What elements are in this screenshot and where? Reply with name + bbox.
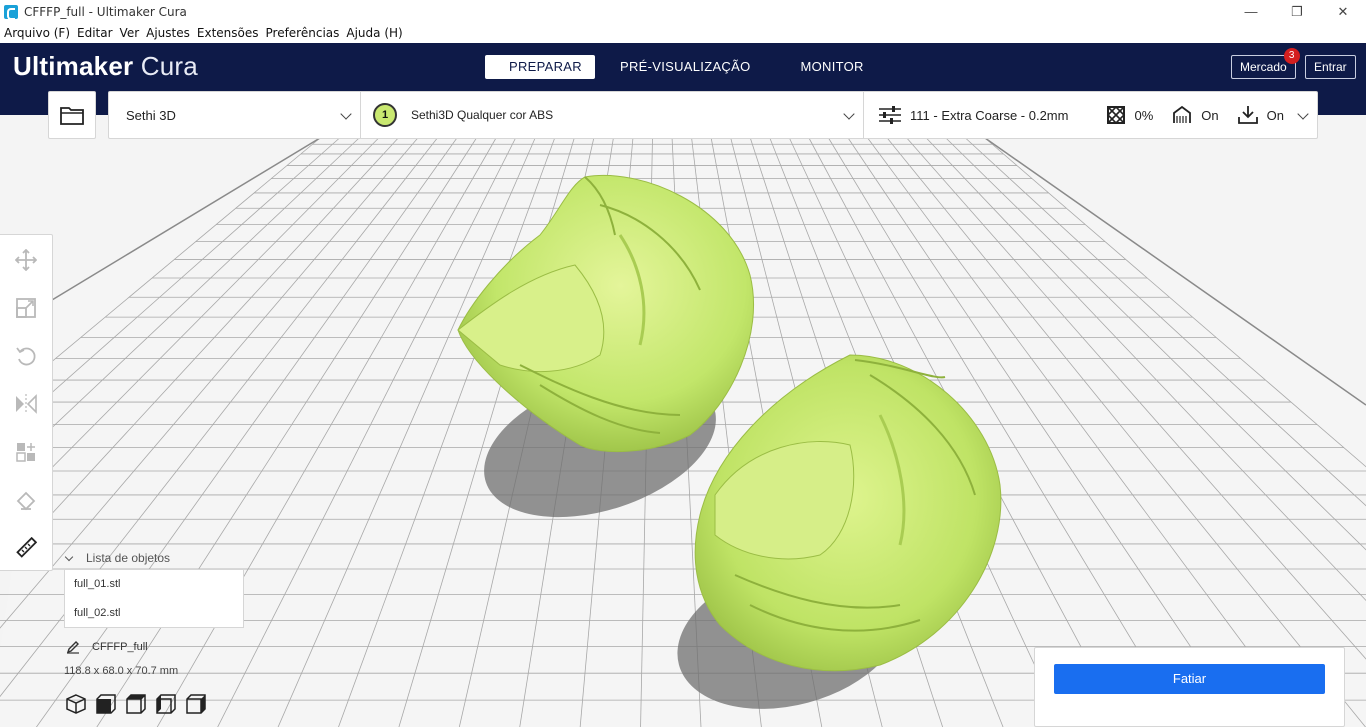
title-bar: CFFFP_full - Ultimaker Cura — ❐ ✕ xyxy=(0,0,1366,23)
menu-help[interactable]: Ajuda (H) xyxy=(342,26,405,40)
cube-front-icon xyxy=(96,694,116,714)
menu-preferences[interactable]: Preferências xyxy=(262,26,343,40)
printer-selector[interactable]: Sethi 3D xyxy=(109,92,361,138)
window-controls: — ❐ ✕ xyxy=(1228,0,1366,23)
build-plate-viewport[interactable] xyxy=(0,115,1366,727)
scale-icon xyxy=(16,298,36,318)
object-list-heading: Lista de objetos xyxy=(86,551,171,565)
pencil-icon xyxy=(66,641,79,654)
infill-value: 0% xyxy=(1134,107,1154,123)
extruder-icon: 1 xyxy=(373,103,397,127)
cube-3d-icon xyxy=(66,694,86,714)
sign-in-button[interactable]: Entrar xyxy=(1305,55,1356,79)
measure-tool-button[interactable] xyxy=(14,536,38,560)
view-3d-button[interactable] xyxy=(66,694,86,714)
view-front-button[interactable] xyxy=(96,694,116,714)
marketplace-button[interactable]: Mercado 3 xyxy=(1231,48,1300,79)
scale-tool-button[interactable] xyxy=(14,296,38,320)
cube-top-icon xyxy=(126,694,146,714)
per-model-settings-button[interactable] xyxy=(14,440,38,464)
view-top-button[interactable] xyxy=(126,694,146,714)
tab-prepare[interactable]: PREPARAR xyxy=(485,55,595,79)
model-dimensions: 118.8 x 68.0 x 70.7 mm xyxy=(64,665,179,677)
adhesion-value: On xyxy=(1266,107,1284,123)
stage-tabs: PREPARAR PRÉ-VISUALIZAÇÃO MONITOR xyxy=(485,55,889,79)
tab-preview[interactable]: PRÉ-VISUALIZAÇÃO xyxy=(595,55,776,79)
slice-panel: Fatiar xyxy=(1034,647,1345,727)
logo-bold: Ultimaker xyxy=(13,51,134,81)
settings-sliders-icon xyxy=(878,105,902,125)
menu-extensions[interactable]: Extensões xyxy=(193,26,262,40)
tool-panel xyxy=(0,234,53,571)
open-file-button[interactable] xyxy=(48,91,96,139)
marketplace-label: Mercado xyxy=(1240,60,1287,74)
cura-window: CFFFP_full - Ultimaker Cura — ❐ ✕ Arquiv… xyxy=(0,0,1366,727)
view-left-button[interactable] xyxy=(156,694,176,714)
printer-name: Sethi 3D xyxy=(126,107,176,123)
object-list-toggle[interactable]: Lista de objetos xyxy=(64,551,171,565)
cube-right-icon xyxy=(186,694,206,714)
cura-app-icon xyxy=(4,4,18,20)
job-name[interactable]: CFFFP_full xyxy=(66,640,148,654)
build-plate-render xyxy=(0,137,1366,727)
menu-file[interactable]: Arquivo (F) xyxy=(0,26,73,40)
material-selector[interactable]: 1 Sethi3D Qualquer cor ABS xyxy=(361,92,864,138)
chevron-down-icon xyxy=(340,108,352,120)
menu-bar: Arquivo (F) Editar Ver Ajustes Extensões… xyxy=(0,23,1366,43)
list-item[interactable]: full_01.stl xyxy=(65,570,243,599)
ruler-icon xyxy=(16,537,37,558)
move-icon xyxy=(15,249,37,271)
profile-name: 111 - Extra Coarse - 0.2mm xyxy=(910,107,1069,123)
object-list: full_01.stl full_02.stl xyxy=(64,569,244,628)
support-icon xyxy=(1171,105,1193,125)
restore-button[interactable]: ❐ xyxy=(1274,0,1320,23)
job-name-label: CFFFP_full xyxy=(92,641,148,653)
rotate-tool-button[interactable] xyxy=(14,344,38,368)
menu-edit[interactable]: Editar xyxy=(73,26,116,40)
minimize-button[interactable]: — xyxy=(1228,0,1274,23)
rotate-icon xyxy=(16,347,36,366)
tab-monitor[interactable]: MONITOR xyxy=(776,55,889,79)
folder-icon xyxy=(60,107,84,125)
ultimaker-cura-logo: Ultimaker Cura xyxy=(13,51,198,82)
menu-settings[interactable]: Ajustes xyxy=(142,26,193,40)
close-button[interactable]: ✕ xyxy=(1320,0,1366,23)
marketplace-badge: 3 xyxy=(1283,48,1300,64)
slice-button[interactable]: Fatiar xyxy=(1054,664,1325,694)
chevron-down-icon xyxy=(843,108,855,120)
move-tool-button[interactable] xyxy=(14,248,38,272)
mirror-icon xyxy=(16,394,37,414)
list-item[interactable]: full_02.stl xyxy=(65,599,243,628)
mirror-tool-button[interactable] xyxy=(14,392,38,416)
chevron-down-icon xyxy=(1297,108,1309,120)
view-orientation-buttons xyxy=(66,694,216,714)
cube-left-icon xyxy=(156,694,176,714)
logo-light: Cura xyxy=(140,51,198,81)
view-right-button[interactable] xyxy=(186,694,206,714)
window-title: CFFFP_full - Ultimaker Cura xyxy=(24,4,187,19)
infill-icon xyxy=(1106,105,1126,125)
adhesion-icon xyxy=(1237,105,1259,125)
support-blocker-icon xyxy=(16,491,36,511)
menu-view[interactable]: Ver xyxy=(116,26,143,40)
support-value: On xyxy=(1201,107,1219,123)
material-name: Sethi3D Qualquer cor ABS xyxy=(411,108,554,122)
print-settings-selector[interactable]: 111 - Extra Coarse - 0.2mm 0% On On xyxy=(864,92,1317,138)
per-model-settings-icon xyxy=(16,443,35,462)
printer-settings-bar: Sethi 3D 1 Sethi3D Qualquer cor ABS 111 … xyxy=(108,91,1318,139)
support-blocker-button[interactable] xyxy=(14,488,38,512)
chevron-down-icon xyxy=(64,552,74,561)
